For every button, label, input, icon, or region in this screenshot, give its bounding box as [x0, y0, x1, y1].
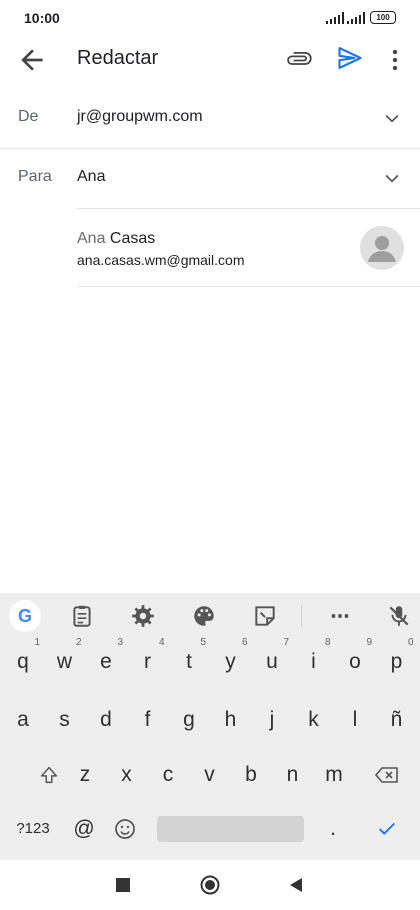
key-hint: 2 [75, 637, 82, 648]
more-vert-icon[interactable] [383, 44, 407, 76]
key-n[interactable]: n [272, 752, 314, 798]
key-hint: 0 [407, 637, 414, 648]
period-key[interactable]: . [312, 806, 354, 852]
key-e[interactable]: e3 [85, 637, 127, 685]
avatar [360, 226, 404, 270]
mic-off-icon[interactable] [386, 603, 412, 629]
signal-icon [347, 12, 365, 24]
key-f[interactable]: f [127, 697, 169, 743]
key-ñ[interactable]: ñ [376, 697, 418, 743]
back-icon[interactable] [288, 877, 304, 893]
key-hint: 9 [366, 637, 372, 648]
key-j[interactable]: j [251, 697, 293, 743]
back-arrow-icon[interactable] [16, 44, 48, 76]
divider [77, 208, 420, 209]
backspace-key[interactable] [365, 752, 409, 798]
key-l[interactable]: l [334, 697, 376, 743]
keyboard-toolbar: G [0, 593, 420, 639]
from-label: De [18, 108, 39, 125]
at-key[interactable]: @ [63, 806, 105, 852]
key-hint: 6 [241, 637, 248, 648]
space-bar[interactable] [157, 816, 304, 842]
key-p[interactable]: p0 [376, 637, 418, 685]
key-h[interactable]: h [210, 697, 252, 743]
keyboard: G q1w2e3r4t5y6u7i8o9p0 asdfghjklñ z x c … [0, 593, 420, 860]
key-u[interactable]: u7 [251, 637, 293, 685]
key-k[interactable]: k [293, 697, 335, 743]
signal-icon [326, 12, 344, 24]
key-m[interactable]: m [313, 752, 355, 798]
contact-suggestion[interactable]: Ana Casas ana.casas.wm@gmail.com [0, 212, 420, 286]
key-hint: 3 [117, 637, 123, 648]
key-d[interactable]: d [85, 697, 127, 743]
key-b[interactable]: b [230, 752, 272, 798]
key-s[interactable]: s [44, 697, 86, 743]
key-c[interactable]: c [147, 752, 189, 798]
from-value: jr@groupwm.com [77, 108, 203, 125]
to-field[interactable]: Para Ana [0, 148, 420, 208]
svg-text:G: G [18, 606, 32, 626]
from-field[interactable]: De jr@groupwm.com [0, 88, 420, 148]
key-a[interactable]: a [2, 697, 44, 743]
key-hint: 1 [34, 637, 40, 648]
paperclip-icon[interactable] [286, 45, 314, 73]
navigation-bar [0, 860, 420, 910]
chevron-down-icon[interactable] [382, 108, 402, 128]
key-hint: 5 [200, 637, 206, 648]
key-q[interactable]: q1 [2, 637, 44, 685]
sticker-icon[interactable] [252, 603, 278, 629]
key-hint: 7 [283, 637, 289, 648]
palette-icon[interactable] [191, 603, 217, 629]
divider [77, 286, 420, 287]
compose-screen: 10:00 100 Redactar De jr@groupwm.com Par… [0, 0, 420, 910]
clipboard-icon[interactable] [69, 603, 95, 629]
chevron-down-icon[interactable] [382, 168, 402, 188]
settings-gear-icon[interactable] [130, 603, 156, 629]
contact-name: Ana Casas [77, 230, 156, 247]
key-x[interactable]: x [106, 752, 148, 798]
page-title: Redactar [77, 47, 159, 69]
key-g[interactable]: g [168, 697, 210, 743]
key-v[interactable]: v [189, 752, 231, 798]
toolbar-divider [301, 605, 302, 627]
checkmark-icon[interactable] [366, 806, 408, 852]
recent-apps-icon[interactable] [116, 878, 130, 892]
key-o[interactable]: o9 [334, 637, 376, 685]
key-hint: 8 [324, 637, 331, 648]
send-icon[interactable] [336, 44, 364, 72]
contact-email: ana.casas.wm@gmail.com [77, 252, 245, 268]
key-y[interactable]: y6 [210, 637, 252, 685]
status-time: 10:00 [24, 10, 60, 26]
google-icon[interactable]: G [9, 600, 41, 632]
emoji-key[interactable] [104, 806, 146, 852]
to-input[interactable]: Ana [77, 168, 105, 186]
shift-key[interactable] [28, 752, 70, 798]
home-icon[interactable] [200, 875, 220, 895]
app-bar: Redactar [0, 36, 420, 84]
key-r[interactable]: r4 [127, 637, 169, 685]
to-label: Para [18, 168, 52, 185]
battery-icon: 100 [370, 11, 396, 24]
more-horiz-icon[interactable] [327, 603, 353, 629]
key-i[interactable]: i8 [293, 637, 335, 685]
status-bar: 10:00 100 [0, 0, 420, 36]
key-t[interactable]: t5 [168, 637, 210, 685]
key-hint: 4 [158, 637, 165, 648]
symbols-key[interactable]: ?123 [10, 806, 56, 852]
key-z[interactable]: z [64, 752, 106, 798]
key-w[interactable]: w2 [44, 637, 86, 685]
